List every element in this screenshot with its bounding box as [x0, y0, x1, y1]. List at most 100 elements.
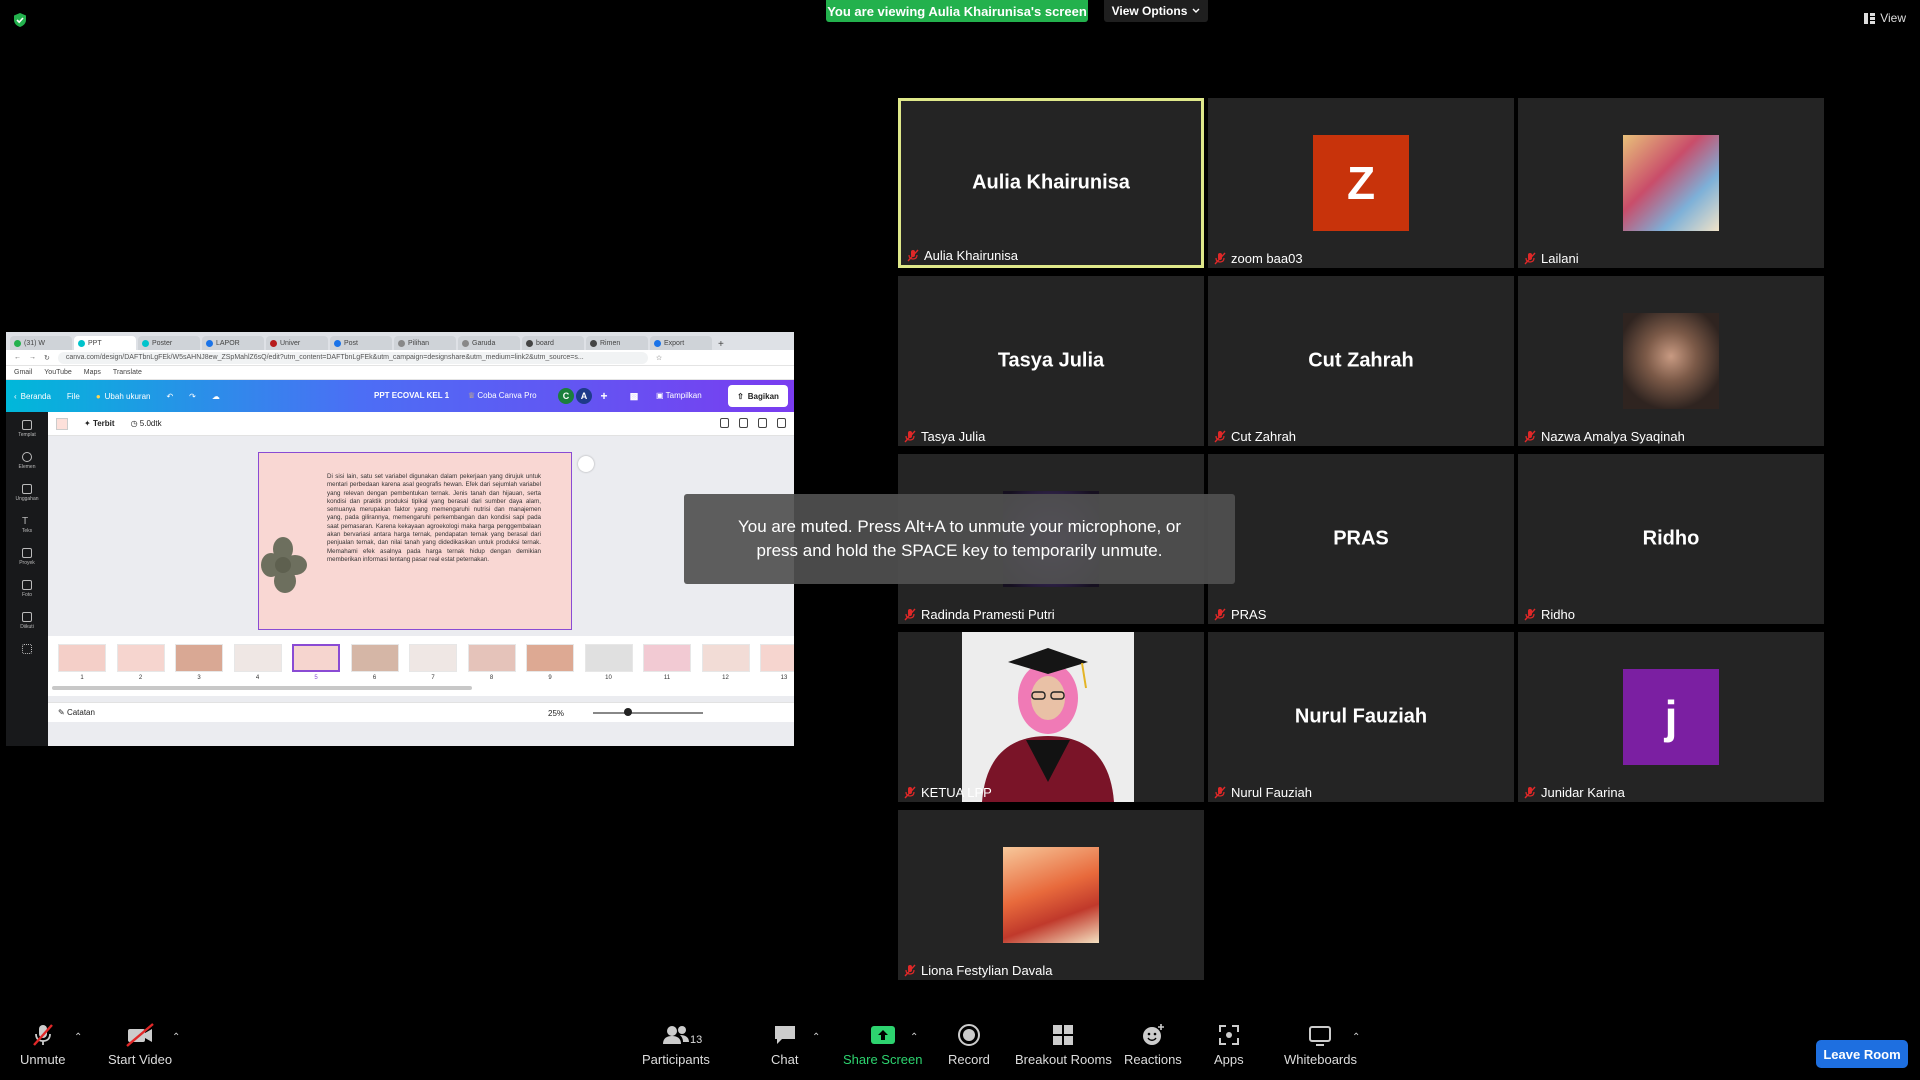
browser-tab[interactable]: (31) W	[10, 336, 72, 350]
collaborator-avatar[interactable]: A	[576, 388, 592, 404]
duplicate-icon[interactable]	[758, 418, 767, 428]
rail-apps[interactable]	[22, 644, 32, 654]
participant-tile[interactable]: Tasya Julia Tasya Julia	[898, 276, 1204, 446]
rail-followed[interactable]: Diikuti	[20, 612, 34, 630]
security-shield-icon[interactable]	[12, 12, 28, 28]
participant-tile[interactable]: PRAS PRAS	[1208, 454, 1514, 624]
resize-button[interactable]: ● Ubah ukuran	[96, 392, 151, 401]
browser-tab[interactable]: Post	[330, 336, 392, 350]
participant-tile[interactable]: Ridho Ridho	[1518, 454, 1824, 624]
beranda-button[interactable]: ‹ Beranda	[14, 392, 51, 401]
bookmark-youtube[interactable]: YouTube	[44, 369, 72, 376]
star-icon[interactable]: ☆	[656, 354, 662, 362]
duration-button[interactable]: ◷ 5.0dtk	[131, 419, 162, 428]
zoom-level[interactable]: 25%	[548, 709, 564, 718]
analytics-icon[interactable]: ▩	[626, 388, 642, 404]
design-title[interactable]: PPT ECOVAL KEL 1	[374, 391, 449, 400]
participant-tile[interactable]: Cut Zahrah Cut Zahrah	[1208, 276, 1514, 446]
back-icon[interactable]: ←	[14, 354, 21, 361]
slide-canvas[interactable]: Di sisi lain, satu set variabel digunaka…	[258, 452, 572, 630]
try-pro-button[interactable]: ♕ Coba Canva Pro	[468, 391, 537, 400]
whiteboards-chevron-icon[interactable]: ⌃	[1352, 1032, 1360, 1043]
slide-thumbnail[interactable]	[409, 644, 457, 672]
rail-uploads[interactable]: Unggahan	[15, 484, 39, 502]
slide-thumbnail[interactable]	[760, 644, 794, 672]
rail-text[interactable]: T Teks	[22, 516, 32, 534]
shared-screen[interactable]: (31) W PPT Poster LAPOR Univer Post Pili…	[6, 332, 794, 746]
thumbnail-scrollbar[interactable]	[52, 686, 472, 690]
participant-tile[interactable]: Zzoom baa03	[1208, 98, 1514, 268]
browser-tab-active[interactable]: PPT	[74, 336, 136, 350]
view-options-button[interactable]: View Options	[1104, 0, 1208, 22]
cloud-save-icon[interactable]: ☁	[212, 392, 220, 401]
start-video-button[interactable]: Start Video	[108, 1022, 172, 1067]
lock-icon[interactable]	[720, 418, 729, 428]
chat-options-chevron-icon[interactable]: ⌃	[812, 1032, 820, 1043]
add-collaborator-icon[interactable]: +	[596, 388, 612, 404]
whiteboards-button[interactable]: Whiteboards	[1284, 1022, 1357, 1067]
browser-tab[interactable]: LAPOR	[202, 336, 264, 350]
file-menu[interactable]: File	[67, 392, 80, 401]
browser-tab[interactable]: Garuda	[458, 336, 520, 350]
collaborator-avatar[interactable]: C	[558, 388, 574, 404]
slide-thumbnail[interactable]	[58, 644, 106, 672]
participant-tile[interactable]: Lailani	[1518, 98, 1824, 268]
record-button[interactable]: Record	[948, 1022, 990, 1067]
view-layout-button[interactable]: View	[1864, 11, 1906, 25]
animate-button[interactable]: ✦ Terbit	[84, 419, 115, 428]
slide-thumbnail[interactable]	[701, 644, 750, 672]
slide-thumbnail[interactable]	[584, 644, 633, 672]
bookmark-gmail[interactable]: Gmail	[14, 369, 32, 376]
slide-body-text[interactable]: Di sisi lain, satu set variabel digunaka…	[327, 473, 541, 564]
notes-button[interactable]: ✎ Catatan	[58, 708, 95, 717]
slide-thumbnail[interactable]	[233, 644, 282, 672]
unmute-button[interactable]: Unmute	[20, 1022, 66, 1067]
slide-thumbnail[interactable]	[292, 644, 340, 672]
undo-icon[interactable]: ↶	[166, 392, 173, 401]
participant-tile[interactable]: Nurul Fauziah Nurul Fauziah	[1208, 632, 1514, 802]
participant-tile[interactable]: Aulia Khairunisa Aulia Khairunisa	[898, 98, 1204, 268]
reactions-button[interactable]: Reactions	[1124, 1022, 1182, 1067]
participant-tile[interactable]: Liona Festylian Davala	[898, 810, 1204, 980]
participant-tile[interactable]: KETUA LPP	[898, 632, 1204, 802]
regenerate-icon[interactable]	[578, 456, 594, 472]
browser-tab[interactable]: board	[522, 336, 584, 350]
trash-icon[interactable]	[777, 418, 786, 428]
slide-thumbnail[interactable]	[467, 644, 516, 672]
url-field[interactable]: canva.com/design/DAFTbnLgFEk/W5sAHNJ8ew_…	[57, 351, 648, 364]
share-page-icon[interactable]	[739, 418, 748, 428]
bookmark-maps[interactable]: Maps	[84, 369, 101, 376]
zoom-slider-knob[interactable]	[624, 708, 632, 716]
share-options-chevron-icon[interactable]: ⌃	[910, 1032, 918, 1043]
video-options-chevron-icon[interactable]: ⌃	[172, 1032, 180, 1043]
reload-icon[interactable]: ↻	[44, 354, 50, 362]
present-button[interactable]: ▣ Tampilkan	[656, 391, 702, 400]
redo-icon[interactable]: ↷	[189, 392, 196, 401]
slide-thumbnail[interactable]	[350, 644, 399, 672]
participant-tile[interactable]: Nazwa Amalya Syaqinah	[1518, 276, 1824, 446]
rail-projects[interactable]: Proyek	[19, 548, 35, 566]
background-color-swatch[interactable]	[56, 417, 68, 430]
rail-photos[interactable]: Foto	[21, 580, 32, 598]
rail-elements[interactable]: Elemen	[19, 452, 35, 470]
browser-tab[interactable]: Poster	[138, 336, 200, 350]
browser-tab[interactable]: Rimen	[586, 336, 648, 350]
slide-thumbnail[interactable]	[643, 644, 691, 672]
chat-button[interactable]: Chat	[771, 1022, 798, 1067]
new-tab-button[interactable]: +	[718, 339, 724, 350]
apps-button[interactable]: Apps	[1214, 1022, 1244, 1067]
browser-tab[interactable]: Pilihan	[394, 336, 456, 350]
browser-tab[interactable]: Export	[650, 336, 712, 350]
participant-tile[interactable]: j Junidar Karina	[1518, 632, 1824, 802]
audio-options-chevron-icon[interactable]: ⌃	[74, 1032, 82, 1043]
slide-thumbnail[interactable]	[116, 644, 165, 672]
slide-thumbnail[interactable]	[526, 644, 574, 672]
zoom-slider-track[interactable]	[593, 712, 703, 714]
browser-tab[interactable]: Univer	[266, 336, 328, 350]
slide-thumbnail[interactable]	[175, 644, 223, 672]
share-button[interactable]: ⇧ Bagikan	[728, 385, 788, 407]
rail-templates[interactable]: Templat	[18, 420, 36, 438]
leave-room-button[interactable]: Leave Room	[1816, 1040, 1908, 1068]
bookmark-translate[interactable]: Translate	[113, 369, 142, 376]
breakout-rooms-button[interactable]: Breakout Rooms	[1015, 1022, 1112, 1067]
